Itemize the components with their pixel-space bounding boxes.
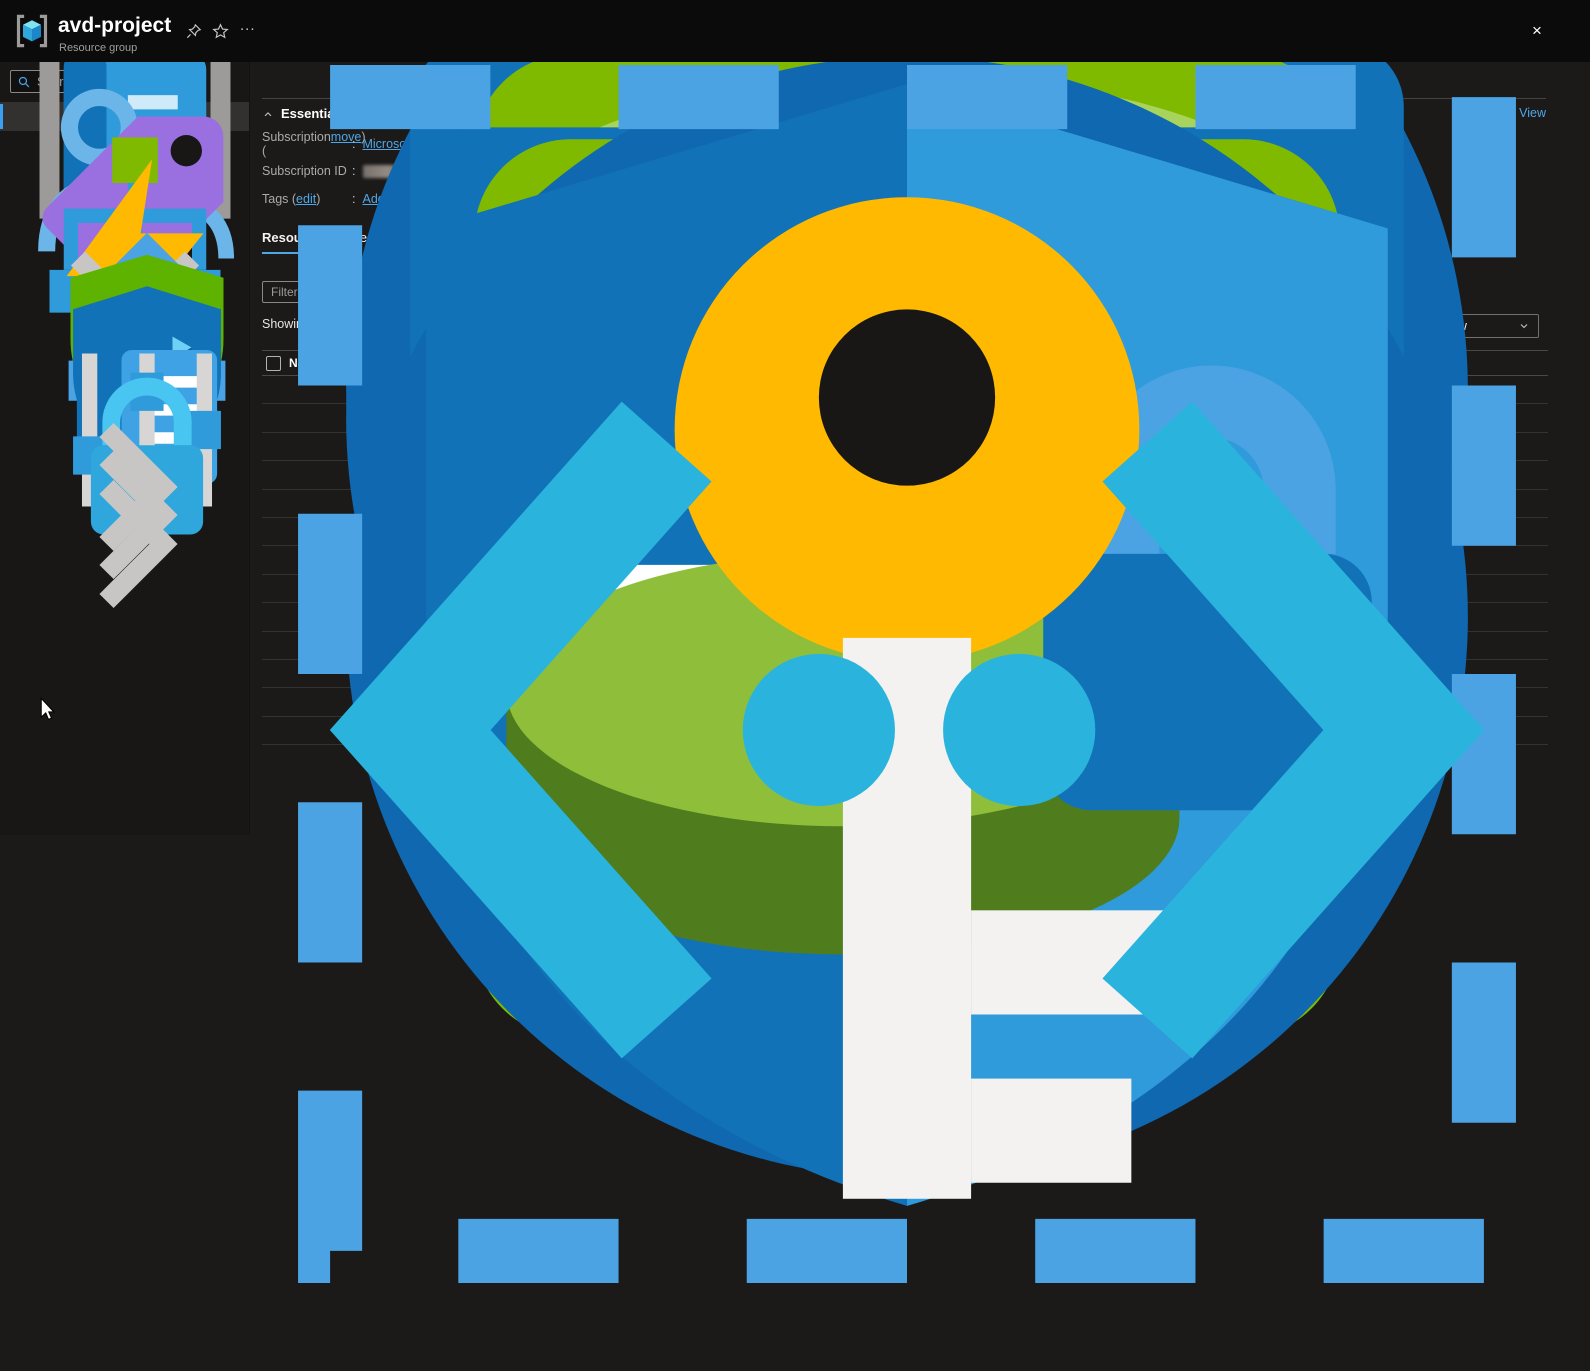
pin-icon[interactable] (185, 23, 202, 40)
top-bar: avd-project Resource group ... × (0, 0, 1590, 62)
sidebar (0, 62, 250, 835)
resources-table: Name↑↓ Type↑↓ Location↑↓ (262, 350, 1548, 745)
page-subtitle: Resource group (59, 42, 137, 54)
page-title: avd-project (58, 14, 171, 38)
Vnet (262, 717, 1548, 745)
resource-group-icon (14, 13, 50, 49)
favorite-star-icon[interactable] (212, 23, 229, 40)
sidebar-item[interactable] (0, 530, 249, 559)
close-icon[interactable]: × (1526, 20, 1548, 42)
sidebar-menu (0, 102, 249, 558)
more-options-icon[interactable]: ... (240, 17, 256, 34)
main-content: JSON View Essentials Subscription (move)… (250, 62, 1590, 835)
